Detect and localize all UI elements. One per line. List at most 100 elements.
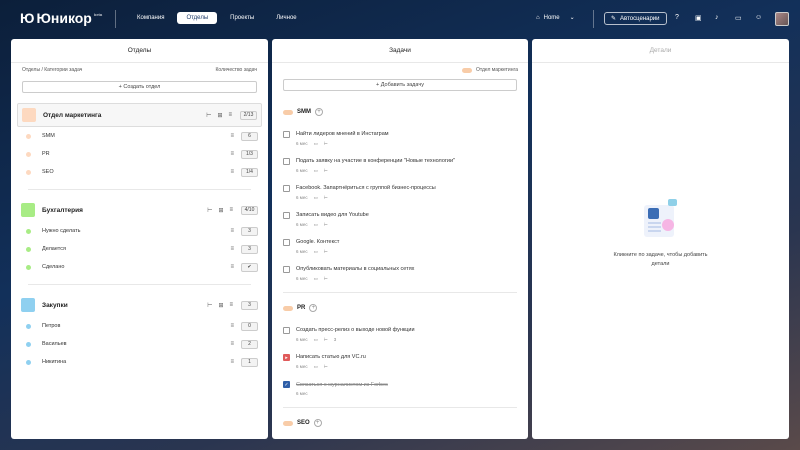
panel-title: Детали (532, 39, 789, 63)
task-checkbox[interactable] (283, 211, 290, 219)
category-dot (26, 341, 31, 347)
add-task-plus-icon[interactable]: + (309, 304, 318, 312)
task-item[interactable]: ✓ Связаться с журналистом из Forbes 6 мес (272, 375, 528, 402)
hierarchy-icon[interactable]: ⊢ (207, 302, 212, 309)
task-checkbox[interactable] (283, 157, 290, 165)
comment-icon[interactable]: ▭ (314, 276, 318, 282)
task-checkbox[interactable] (283, 130, 290, 138)
category-name: Нужно сделать (42, 228, 81, 234)
subtask-icon[interactable]: ⊢ (324, 364, 328, 370)
create-department-button[interactable]: + Создать отдел (22, 81, 257, 93)
category-row[interactable]: Никитина ≡ 1 (17, 353, 262, 371)
category-row[interactable]: SMM ≡ 6 (17, 127, 262, 145)
list-icon[interactable]: ≡ (230, 264, 234, 270)
comment-icon[interactable]: ▭ (314, 168, 318, 174)
comment-icon[interactable]: ▭ (314, 364, 318, 370)
comment-icon[interactable]: ▭ (314, 249, 318, 255)
task-checkbox[interactable]: ✓ (283, 381, 290, 388)
comment-icon[interactable]: ▭ (314, 337, 318, 343)
category-row[interactable]: Сделано ≡ ✔ (17, 258, 262, 276)
board-icon[interactable]: ⊞ (217, 112, 222, 119)
list-icon[interactable]: ≡ (230, 246, 234, 252)
subtask-icon[interactable]: ⊢ (324, 222, 328, 228)
home-selector[interactable]: ⌂ Home ⌄ (536, 14, 575, 22)
category-count: 1/3 (241, 149, 258, 159)
comment-icon[interactable]: ▭ (314, 141, 318, 147)
add-task-plus-icon[interactable]: + (315, 108, 323, 116)
task-item[interactable]: Подать заявку на участие в конференции "… (272, 152, 528, 179)
panel-title: Задачи (272, 39, 528, 63)
task-checkbox[interactable] (283, 238, 290, 246)
category-name: Петров (42, 323, 61, 329)
task-item[interactable]: Google. Контекст 6 мес ▭ ⊢ (272, 233, 528, 260)
add-task-button[interactable]: + Добавить задачу (283, 79, 517, 91)
task-item[interactable]: Создать пресс-релиз о выходе новой функц… (272, 321, 528, 348)
department-actions: ⊢ ⊞ ≡ (206, 112, 232, 119)
chat-icon[interactable]: ▭ (735, 14, 742, 22)
category-count: ✔ (241, 262, 258, 272)
tab-projects[interactable]: Проекты (221, 12, 263, 24)
category-row[interactable]: Делается ≡ 3 (17, 240, 262, 258)
subtask-icon[interactable]: ⊢ (324, 337, 328, 343)
task-checkbox[interactable] (283, 265, 290, 273)
department-color-pill (461, 67, 472, 73)
board-icon[interactable]: ⊞ (218, 302, 223, 309)
flag-icon[interactable]: ▸ (283, 353, 290, 361)
category-row[interactable]: Петров ≡ 0 (17, 317, 262, 335)
tab-company[interactable]: Компания (128, 12, 173, 24)
list-icon[interactable]: ≡ (229, 302, 233, 309)
category-row[interactable]: Васильев ≡ 2 (17, 335, 262, 353)
department-row[interactable]: Отдел маркетинга ⊢ ⊞ ≡ 2/13 (17, 103, 262, 127)
subtask-icon[interactable]: ⊢ (324, 168, 328, 174)
task-age: 6 мес (296, 249, 308, 254)
task-checkbox[interactable] (283, 184, 290, 192)
task-item[interactable]: Facebook. Запартнёриться с группой бизне… (272, 179, 528, 206)
avatar[interactable] (775, 12, 789, 26)
list-icon[interactable]: ≡ (230, 359, 234, 365)
list-icon[interactable]: ≡ (230, 151, 234, 157)
category-name: PR (42, 151, 50, 157)
empty-illustration-icon (636, 199, 686, 241)
hierarchy-icon[interactable]: ⊢ (207, 207, 212, 214)
briefcase-icon[interactable]: ▣ (695, 14, 702, 22)
subtask-icon[interactable]: ⊢ (324, 141, 328, 147)
subtask-icon[interactable]: ⊢ (324, 195, 328, 201)
subtask-icon[interactable]: ⊢ (324, 276, 328, 282)
list-icon[interactable]: ≡ (230, 341, 234, 347)
task-title: Опубликовать материалы в социальных сетя… (296, 266, 415, 272)
tab-personal[interactable]: Личное (267, 12, 305, 24)
department-row[interactable]: Бухгалтерия ⊢ ⊞ ≡ 4/10 (17, 198, 262, 222)
list-icon[interactable]: ≡ (230, 323, 234, 329)
hierarchy-icon[interactable]: ⊢ (206, 112, 211, 119)
subtask-icon[interactable]: ⊢ (324, 249, 328, 255)
logo[interactable]: Ю Юникор beta (20, 10, 102, 26)
list-icon[interactable]: ≡ (228, 112, 232, 119)
category-name: Сделано (42, 264, 65, 270)
category-name: Никитина (42, 359, 67, 365)
list-icon[interactable]: ≡ (230, 228, 234, 234)
task-list: SMM + Найти лидеров мнений в Инстаграм 6 ме… (272, 105, 528, 436)
add-task-plus-icon[interactable]: + (313, 419, 322, 427)
category-row[interactable]: Нужно сделать ≡ 3 (17, 222, 262, 240)
task-item[interactable]: Записать видео для Youtube 6 мес ▭ ⊢ (272, 206, 528, 233)
bell-icon[interactable]: ♪ (715, 14, 719, 21)
category-name: Делается (42, 246, 66, 252)
category-row[interactable]: PR ≡ 1/3 (17, 145, 262, 163)
list-icon[interactable]: ≡ (229, 207, 233, 214)
task-item[interactable]: Найти лидеров мнений в Инстаграм 6 мес ▭ ⊢ (272, 125, 528, 152)
list-icon[interactable]: ≡ (230, 169, 234, 175)
task-checkbox[interactable] (283, 326, 290, 334)
board-icon[interactable]: ⊞ (218, 207, 223, 214)
task-item[interactable]: Опубликовать материалы в социальных сетя… (272, 260, 528, 287)
comment-icon[interactable]: ▭ (314, 222, 318, 228)
autoscenarios-button[interactable]: ✎ Автосценарии (604, 12, 667, 25)
users-icon[interactable]: ☺ (755, 14, 762, 21)
help-icon[interactable]: ? (675, 14, 679, 21)
tab-departments[interactable]: Отделы (177, 12, 218, 24)
category-row[interactable]: SEO ≡ 1/4 (17, 163, 262, 181)
list-icon[interactable]: ≡ (230, 133, 234, 139)
task-item[interactable]: ▸ Написать статью для VC.ru 6 мес ▭ ⊢ (272, 348, 528, 375)
task-age: 6 мес (296, 141, 308, 146)
comment-icon[interactable]: ▭ (314, 195, 318, 201)
department-row[interactable]: Закупки ⊢ ⊞ ≡ 3 (17, 293, 262, 317)
